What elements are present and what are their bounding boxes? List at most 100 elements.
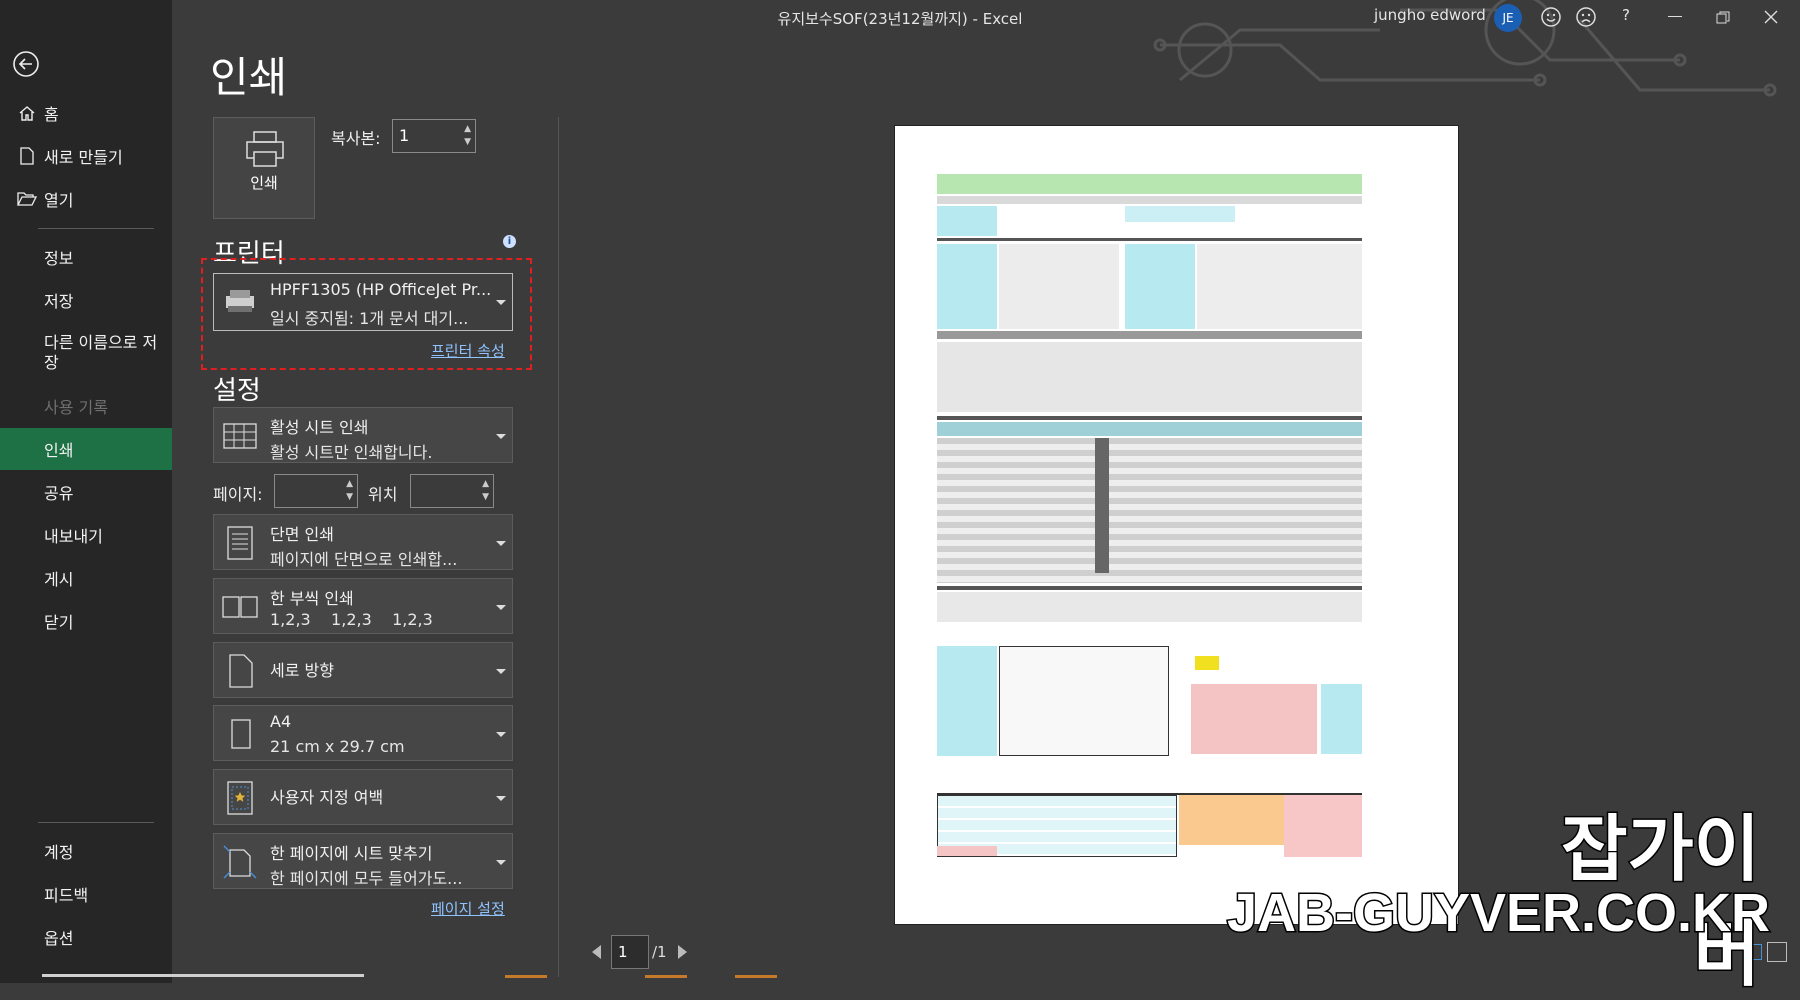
setting-subtitle: 한 페이지에 모두 들어가도... [270, 869, 463, 888]
sidebar-item-label: 사용 기록 [44, 398, 108, 417]
spin-up-icon[interactable]: ▲ [346, 480, 353, 489]
setting-title: 한 부씩 인쇄 [270, 589, 354, 608]
sidebar-divider [38, 228, 154, 229]
fit-to-page-icon [223, 845, 257, 879]
sidebar-item-export[interactable]: 내보내기 [0, 515, 172, 555]
back-button[interactable] [12, 50, 40, 78]
copies-label: 복사본: [331, 129, 381, 148]
setting-title: 세로 방향 [270, 661, 334, 680]
page-number-input[interactable]: 1 [611, 935, 649, 969]
setting-subtitle: 활성 시트만 인쇄합니다. [270, 443, 433, 462]
sidebar-item-options[interactable]: 옵션 [0, 917, 172, 957]
printer-status: 일시 중지됨: 1개 문서 대기... [270, 309, 469, 328]
print-preview-page [894, 125, 1459, 925]
help-button[interactable]: ? [1622, 6, 1630, 24]
info-icon[interactable]: i [503, 235, 516, 248]
sidebar-item-label: 저장 [44, 292, 74, 311]
panel-separator [558, 117, 559, 977]
setting-title: A4 [270, 712, 292, 731]
zoom-to-page-icon[interactable] [1767, 942, 1787, 962]
folder-open-icon [16, 191, 38, 207]
margins-dropdown[interactable]: 사용자 지정 여백 [213, 769, 513, 825]
sidebar-item-label: 계정 [44, 843, 74, 862]
margins-icon [227, 781, 253, 815]
print-what-dropdown[interactable]: 활성 시트 인쇄 활성 시트만 인쇄합니다. [213, 407, 513, 463]
watermark-text-url: JAB-GUYVER.CO.KR [1225, 882, 1771, 945]
spin-up-icon[interactable]: ▲ [482, 480, 489, 489]
printer-properties-link[interactable]: 프린터 속성 [431, 340, 505, 361]
sidebar-item-save-as[interactable]: 다른 이름으로 저장 [0, 325, 172, 381]
prev-page-icon[interactable] [592, 945, 601, 959]
chevron-down-icon [496, 605, 506, 610]
sidebar-item-label: 정보 [44, 249, 74, 268]
chevron-down-icon [496, 860, 506, 865]
orientation-dropdown[interactable]: 세로 방향 [213, 642, 513, 698]
sidebar-item-label: 다른 이름으로 저장 [44, 333, 158, 372]
copies-value: 1 [399, 126, 410, 145]
spin-down-icon[interactable]: ▼ [482, 493, 489, 502]
restore-icon[interactable] [1716, 10, 1730, 29]
sidebar-item-label: 게시 [44, 570, 74, 589]
print-button[interactable]: 인쇄 [213, 117, 315, 219]
sidebar-item-open[interactable]: 열기 [0, 179, 172, 219]
pages-to-input[interactable]: ▲ ▼ [410, 474, 494, 508]
sides-dropdown[interactable]: 단면 인쇄 페이지에 단면으로 인쇄합... [213, 514, 513, 570]
sidebar-item-close[interactable]: 닫기 [0, 601, 172, 641]
back-arrow-icon [13, 51, 39, 77]
pages-from-input[interactable]: ▲ ▼ [274, 474, 358, 508]
setting-subtitle: 페이지에 단면으로 인쇄합... [270, 550, 458, 569]
page-setup-link[interactable]: 페이지 설정 [431, 898, 505, 919]
spin-down-icon[interactable]: ▼ [464, 138, 471, 147]
sidebar-item-account[interactable]: 계정 [0, 831, 172, 871]
status-strip [645, 975, 687, 978]
sidebar-item-print[interactable]: 인쇄 [0, 428, 172, 470]
home-icon [16, 104, 38, 122]
sidebar-item-save[interactable]: 저장 [0, 280, 172, 320]
printer-dropdown[interactable]: HPFF1305 (HP OfficeJet Pr... 일시 중지됨: 1개 … [213, 273, 513, 331]
page-title: 인쇄 [210, 53, 288, 102]
collated-pages-icon [222, 596, 258, 618]
status-strip [505, 975, 547, 978]
sidebar-item-history: 사용 기록 [0, 386, 172, 426]
setting-subtitle: 1,2,3 1,2,3 1,2,3 [270, 610, 433, 629]
minimize-icon[interactable] [1668, 16, 1682, 17]
sidebar-item-label: 새로 만들기 [44, 148, 123, 167]
frown-feedback-icon[interactable] [1575, 6, 1597, 32]
printer-name: HPFF1305 (HP OfficeJet Pr... [270, 280, 492, 299]
smile-feedback-icon[interactable] [1540, 6, 1562, 32]
sidebar-item-label: 열기 [44, 191, 74, 210]
new-document-icon [16, 147, 38, 165]
sidebar-item-new[interactable]: 새로 만들기 [0, 136, 172, 176]
user-name[interactable]: jungho edword [1374, 6, 1486, 24]
printer-icon [246, 131, 284, 167]
sidebar-item-info[interactable]: 정보 [0, 237, 172, 277]
sidebar-item-label: 홈 [44, 105, 59, 124]
sidebar-item-label: 공유 [44, 484, 74, 503]
spin-up-icon[interactable]: ▲ [464, 125, 471, 134]
portrait-page-icon [229, 654, 253, 688]
backstage-sidebar: 홈 새로 만들기 열기 정보 저장 다른 이름으로 저장 사용 기록 인쇄 공유… [0, 0, 172, 983]
paper-size-dropdown[interactable]: A4 21 cm x 29.7 cm [213, 705, 513, 761]
setting-title: 활성 시트 인쇄 [270, 418, 369, 437]
printer-device-icon [226, 290, 254, 312]
next-page-icon[interactable] [678, 945, 687, 959]
print-button-label: 인쇄 [250, 174, 278, 192]
copies-input[interactable]: 1 ▲ ▼ [392, 119, 476, 153]
chevron-down-icon [496, 669, 506, 674]
scaling-dropdown[interactable]: 한 페이지에 시트 맞추기 한 페이지에 모두 들어가도... [213, 833, 513, 889]
setting-title: 단면 인쇄 [270, 525, 334, 544]
avatar[interactable]: JE [1494, 4, 1522, 32]
chevron-down-icon [496, 732, 506, 737]
status-strip [735, 975, 777, 978]
sidebar-item-publish[interactable]: 게시 [0, 558, 172, 598]
window-title: 유지보수SOF(23년12월까지) - Excel [777, 10, 1023, 28]
sidebar-item-label: 피드백 [44, 886, 89, 905]
spin-down-icon[interactable]: ▼ [346, 493, 353, 502]
sidebar-item-feedback[interactable]: 피드백 [0, 874, 172, 914]
close-icon[interactable] [1764, 9, 1778, 28]
sidebar-bottom-line [42, 974, 364, 977]
collation-dropdown[interactable]: 한 부씩 인쇄 1,2,3 1,2,3 1,2,3 [213, 578, 513, 634]
sidebar-item-share[interactable]: 공유 [0, 472, 172, 512]
sidebar-item-home[interactable]: 홈 [0, 93, 172, 133]
one-sided-page-icon [227, 526, 253, 560]
